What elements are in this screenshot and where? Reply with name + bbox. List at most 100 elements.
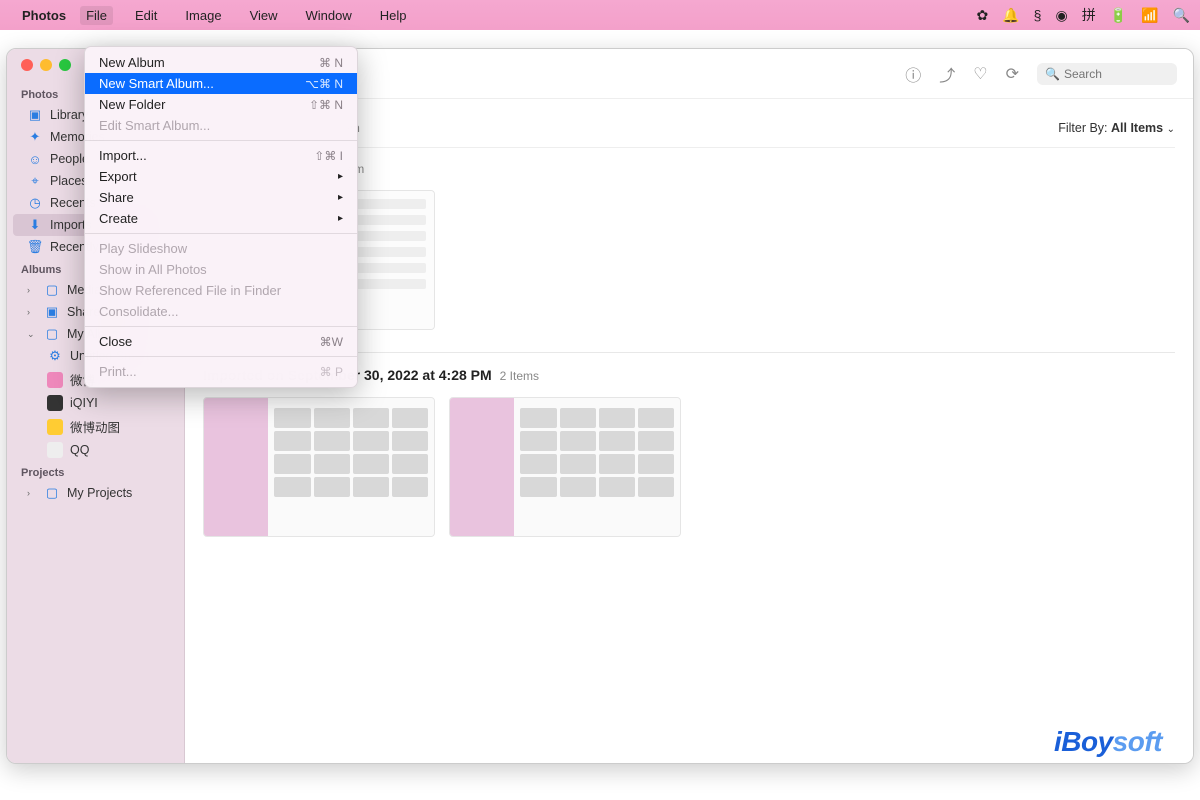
- menu-new-folder[interactable]: New Folder⇧⌘ N: [85, 94, 357, 115]
- shortcut-label: ⌘W: [320, 335, 343, 349]
- menu-create[interactable]: Create ▸: [85, 208, 357, 229]
- fullscreen-button[interactable]: [59, 59, 71, 71]
- spotlight-icon[interactable]: 🔍: [1173, 7, 1190, 24]
- menu-new-album[interactable]: New Album⌘ N: [85, 52, 357, 73]
- sidebar-item-label: Places: [50, 174, 88, 188]
- sidebar-item-my-projects[interactable]: › ▢ My Projects: [7, 482, 184, 504]
- menu-separator: [85, 326, 357, 327]
- menu-close[interactable]: Close ⌘W: [85, 331, 357, 352]
- menu-edit[interactable]: Edit: [129, 6, 163, 25]
- chevron-right-icon: ›: [27, 488, 37, 498]
- search-box[interactable]: 🔍: [1037, 63, 1177, 85]
- menu-import[interactable]: Import... ⇧⌘ I: [85, 145, 357, 166]
- chevron-right-icon: ▸: [338, 192, 343, 203]
- chevron-right-icon: ›: [27, 307, 37, 317]
- album-thumb-icon: [47, 395, 63, 411]
- places-icon: ⌖: [27, 173, 43, 189]
- wifi-icon[interactable]: 📶: [1141, 7, 1158, 24]
- menu-consolidate: Consolidate...: [85, 301, 357, 322]
- close-button[interactable]: [21, 59, 33, 71]
- menu-item-label: Show Referenced File in Finder: [99, 283, 281, 298]
- photo-thumbnail[interactable]: [449, 397, 681, 537]
- section-projects: Projects: [7, 461, 184, 482]
- menu-view[interactable]: View: [244, 6, 284, 25]
- watermark-pre: iBoy: [1054, 726, 1113, 757]
- menu-item-label: Close: [99, 334, 132, 349]
- sidebar-item-iqiyi[interactable]: iQIYI: [7, 392, 184, 414]
- info-icon[interactable]: ⓘ: [905, 62, 921, 86]
- menu-item-label: New Folder: [99, 97, 165, 112]
- menu-item-label: Consolidate...: [99, 304, 179, 319]
- album-thumb-icon: [47, 419, 63, 435]
- menu-separator: [85, 233, 357, 234]
- photo-thumbnail[interactable]: [203, 397, 435, 537]
- menu-separator: [85, 140, 357, 141]
- wechat-icon[interactable]: ✿: [977, 7, 989, 24]
- menu-file[interactable]: File: [80, 6, 113, 25]
- group-count: 2 Items: [500, 369, 539, 383]
- share-icon[interactable]: ⤴: [939, 62, 955, 86]
- favorite-icon[interactable]: ♡: [973, 64, 987, 84]
- menu-item-label: Play Slideshow: [99, 241, 187, 256]
- menu-image[interactable]: Image: [179, 6, 227, 25]
- chevron-right-icon: ▸: [338, 171, 343, 182]
- people-icon: ☺: [27, 151, 43, 167]
- shortcut-label: ⌥⌘ N: [305, 77, 343, 91]
- folder-icon: ▢: [44, 282, 60, 298]
- menu-help[interactable]: Help: [374, 6, 413, 25]
- menu-item-label: Import...: [99, 148, 147, 163]
- sidebar-item-qq[interactable]: QQ: [7, 439, 184, 461]
- filter-value: All Items: [1111, 121, 1163, 135]
- clock-icon: ◷: [27, 195, 43, 211]
- search-input[interactable]: [1064, 67, 1169, 81]
- import-icon: ⬇: [27, 217, 43, 233]
- filter-label: Filter By:: [1058, 121, 1107, 135]
- shared-icon: ▣: [44, 304, 60, 320]
- menu-export[interactable]: Export ▸: [85, 166, 357, 187]
- menu-item-label: Print...: [99, 364, 137, 379]
- filter-control[interactable]: Filter By: All Items ⌄: [1058, 121, 1175, 135]
- memories-icon: ✦: [27, 129, 43, 145]
- thumbnail-row: [203, 393, 1175, 545]
- input-method-icon[interactable]: 拼: [1082, 5, 1096, 25]
- menu-item-label: New Album: [99, 55, 165, 70]
- app-name[interactable]: Photos: [22, 8, 66, 23]
- folder-icon: ▢: [44, 485, 60, 501]
- menu-item-label: Export: [99, 169, 137, 184]
- menu-item-label: Create: [99, 211, 138, 226]
- menu-item-label: Edit Smart Album...: [99, 118, 210, 133]
- menu-new-smart-album[interactable]: New Smart Album... ⌥⌘ N: [85, 73, 357, 94]
- menu-edit-smart-album: Edit Smart Album...: [85, 115, 357, 136]
- chevron-right-icon: ▸: [338, 213, 343, 224]
- sidebar-item-label: My Projects: [67, 486, 132, 500]
- sidebar-item-label: iQIYI: [70, 396, 98, 410]
- watermark: iBoysoft: [1054, 726, 1162, 758]
- menu-share[interactable]: Share ▸: [85, 187, 357, 208]
- chevron-down-icon: ⌄: [1167, 124, 1175, 135]
- menu-separator: [85, 356, 357, 357]
- album-thumb-icon: [47, 442, 63, 458]
- file-menu-dropdown: New Album⌘ N New Smart Album... ⌥⌘ N New …: [84, 46, 358, 388]
- menu-play-slideshow: Play Slideshow: [85, 238, 357, 259]
- menu-window[interactable]: Window: [300, 6, 358, 25]
- menubar: Photos File Edit Image View Window Help …: [0, 0, 1200, 30]
- user-icon[interactable]: ◉: [1055, 7, 1067, 24]
- chevron-down-icon: ⌄: [27, 329, 37, 340]
- notification-icon[interactable]: 🔔: [1002, 7, 1019, 24]
- rotate-icon[interactable]: ⟳: [1006, 64, 1019, 84]
- battery-icon[interactable]: 🔋: [1110, 7, 1127, 24]
- sidebar-item-label: 微博动图: [70, 417, 120, 436]
- watermark-post: soft: [1113, 726, 1162, 757]
- minimize-button[interactable]: [40, 59, 52, 71]
- menu-item-label: Share: [99, 190, 134, 205]
- menu-item-label: New Smart Album...: [99, 76, 214, 91]
- trash-icon: 🗑: [27, 239, 43, 255]
- folder-icon: ▢: [44, 326, 60, 342]
- album-thumb-icon: [47, 372, 63, 388]
- chevron-right-icon: ›: [27, 285, 37, 295]
- shortcut-label: ⇧⌘ I: [314, 149, 343, 163]
- app-tray-icon[interactable]: §: [1034, 7, 1042, 23]
- sidebar-item-label: Library: [50, 108, 88, 122]
- sidebar-item-weibo-gif[interactable]: 微博动图: [7, 414, 184, 439]
- menu-print: Print...⌘ P: [85, 361, 357, 382]
